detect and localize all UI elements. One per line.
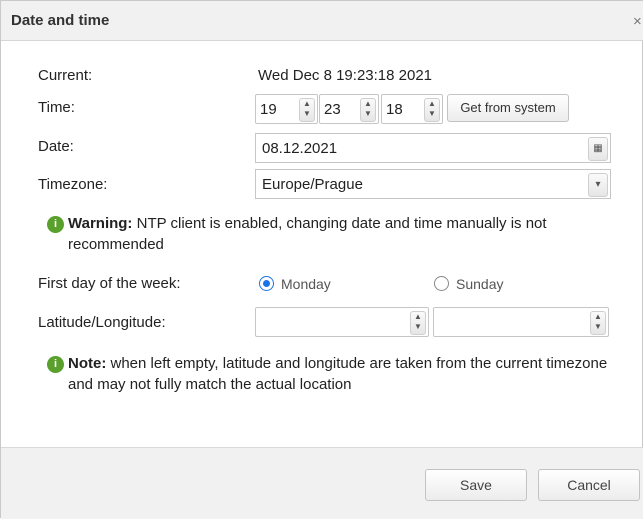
hour-stepper[interactable]: 19 ▲ ▼ xyxy=(255,94,318,124)
first-day-label: First day of the week: xyxy=(38,275,181,292)
current-datetime-value: Wed Dec 8 19:23:18 2021 xyxy=(258,67,433,84)
second-value: 18 xyxy=(386,101,403,118)
warning-bold: Warning: xyxy=(68,215,133,232)
close-icon[interactable]: × xyxy=(633,13,642,30)
second-stepper[interactable]: 18 ▲ ▼ xyxy=(381,94,443,124)
longitude-spinner-icon[interactable]: ▲ ▼ xyxy=(590,311,606,335)
warning-message: Warning: NTP client is enabled, changing… xyxy=(68,213,620,255)
date-value: 08.12.2021 xyxy=(262,140,338,157)
latitude-spinner-icon[interactable]: ▲ ▼ xyxy=(410,311,426,335)
chevron-down-icon[interactable]: ▾ xyxy=(588,173,608,197)
cancel-button[interactable]: Cancel xyxy=(538,469,640,501)
current-label: Current: xyxy=(38,67,93,84)
radio-monday-label[interactable]: Monday xyxy=(281,276,331,292)
info-icon: i xyxy=(47,356,64,373)
timezone-value: Europe/Prague xyxy=(262,176,363,193)
note-bold: Note: xyxy=(68,355,107,372)
timezone-label: Timezone: xyxy=(38,176,108,193)
timezone-select[interactable]: Europe/Prague ▾ xyxy=(255,169,611,199)
date-time-dialog: Date and time × Current: Wed Dec 8 19:23… xyxy=(0,0,643,519)
dialog-title: Date and time xyxy=(11,12,110,29)
info-icon: i xyxy=(47,216,64,233)
calendar-icon[interactable]: ▦ xyxy=(588,137,608,161)
minute-value: 23 xyxy=(324,101,341,118)
latlon-label: Latitude/Longitude: xyxy=(38,314,166,331)
radio-sunday[interactable] xyxy=(434,276,449,291)
warning-text: NTP client is enabled, changing date and… xyxy=(68,215,547,253)
dialog-titlebar: Date and time × xyxy=(1,1,643,41)
save-button[interactable]: Save xyxy=(425,469,527,501)
hour-spinner-icon[interactable]: ▲ ▼ xyxy=(299,98,315,122)
second-spinner-icon[interactable]: ▲ ▼ xyxy=(424,98,440,122)
radio-sunday-label[interactable]: Sunday xyxy=(456,276,503,292)
hour-value: 19 xyxy=(260,101,277,118)
latitude-stepper[interactable]: ▲ ▼ xyxy=(255,307,429,337)
date-field[interactable]: 08.12.2021 ▦ xyxy=(255,133,611,163)
note-message: Note: when left empty, latitude and long… xyxy=(68,353,628,395)
note-text: when left empty, latitude and longitude … xyxy=(68,355,608,393)
radio-monday[interactable] xyxy=(259,276,274,291)
longitude-stepper[interactable]: ▲ ▼ xyxy=(433,307,609,337)
get-from-system-button[interactable]: Get from system xyxy=(447,94,569,122)
date-label: Date: xyxy=(38,138,74,155)
minute-stepper[interactable]: 23 ▲ ▼ xyxy=(319,94,379,124)
time-label: Time: xyxy=(38,99,75,116)
minute-spinner-icon[interactable]: ▲ ▼ xyxy=(360,98,376,122)
